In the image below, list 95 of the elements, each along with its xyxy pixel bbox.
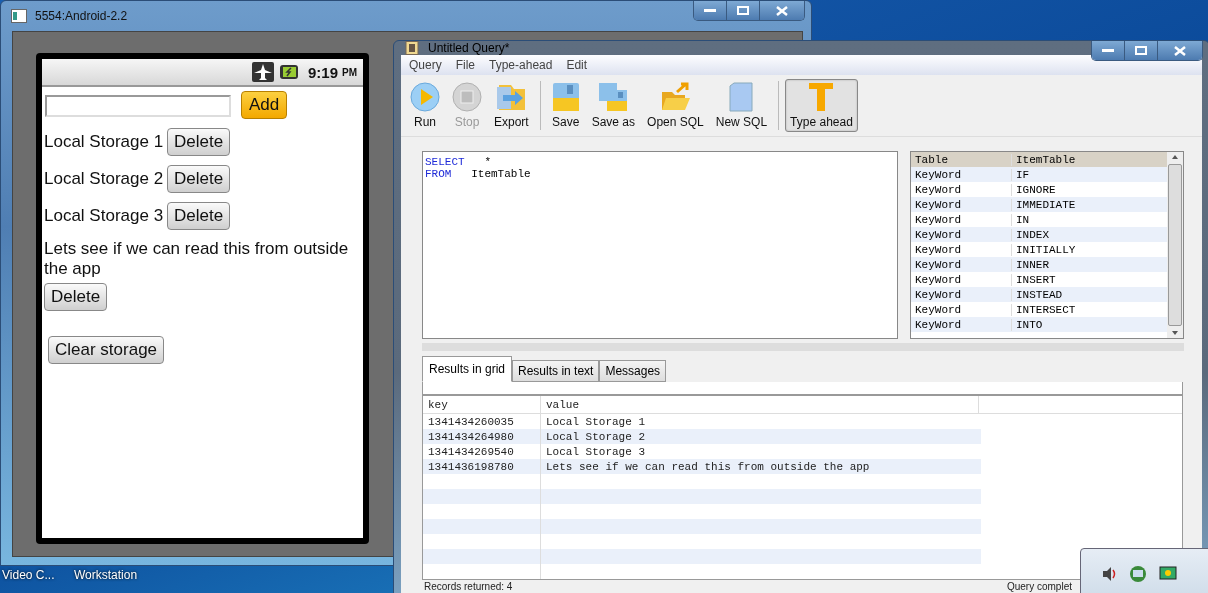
window-title: Untitled Query* — [428, 41, 510, 55]
status-text: Records returned: 4 — [424, 580, 513, 593]
list-cell: KeyWord — [911, 168, 1012, 181]
close-icon — [776, 5, 788, 16]
list-cell-text: IF — [1015, 168, 1030, 181]
monitor-icon[interactable] — [1159, 566, 1177, 582]
list-cell-text: INNER — [1015, 258, 1049, 271]
result-tab[interactable]: Results in text — [512, 360, 600, 382]
add-button[interactable]: Add — [241, 91, 288, 119]
table-cell: 1341434264980 — [423, 429, 541, 444]
column-header: key — [423, 396, 541, 413]
table-cell-text: Lets see if we can read this from outside the app — [545, 460, 870, 473]
airplane-icon — [251, 62, 274, 82]
storage-item-text: Lets see if we can read this from outside the app — [44, 239, 350, 279]
open-folder-icon — [659, 82, 692, 112]
menu-item[interactable]: Type-ahead — [489, 58, 553, 72]
letter-t-icon — [808, 82, 835, 112]
result-tab[interactable]: Messages — [599, 360, 667, 382]
list-cell: KeyWord — [911, 198, 1012, 211]
list-cell: KeyWord — [911, 288, 1012, 301]
close-button[interactable] — [1158, 41, 1202, 60]
delete-button[interactable]: Delete — [44, 283, 108, 311]
desktop-icon-label[interactable]: Workstation — [74, 568, 138, 582]
list-cell-text: INSERT — [1015, 273, 1056, 286]
list-cell: KeyWord — [911, 213, 1012, 226]
list-cell-text: INTO — [1015, 318, 1043, 331]
result-tab[interactable]: Results in grid — [422, 356, 513, 382]
minimize-button[interactable] — [694, 1, 727, 20]
sql-line: SELECT * — [425, 156, 493, 168]
floppy-disks-icon — [598, 82, 629, 112]
toolbar-button[interactable]: Run — [405, 79, 445, 132]
menu-item[interactable]: File — [455, 58, 476, 72]
toolbar-button[interactable]: New SQL — [710, 79, 773, 132]
list-cell-text: INITIALLY — [1015, 243, 1076, 256]
maximize-icon — [1135, 46, 1147, 55]
delete-button[interactable]: Delete — [167, 165, 231, 193]
list-cell: KeyWord — [911, 183, 1012, 196]
maximize-button[interactable] — [727, 1, 760, 20]
storage-item-text: Local Storage 1 — [44, 132, 164, 152]
table-cell: 1341436198780 — [423, 459, 541, 474]
list-cell: KeyWord — [911, 318, 1012, 331]
play-icon — [410, 82, 440, 112]
minimize-button[interactable] — [1092, 41, 1125, 60]
storage-item-text: Local Storage 2 — [44, 169, 164, 189]
battery-icon — [277, 64, 298, 80]
desktop-icon-label[interactable]: Video C... — [2, 568, 55, 582]
clear-storage-button[interactable]: Clear storage — [48, 336, 165, 364]
table-cell-text: Local Storage 1 — [545, 415, 646, 428]
list-cell-text: INSTEAD — [1015, 288, 1063, 301]
table-cell-text: Local Storage 2 — [545, 430, 646, 443]
minimize-icon — [704, 8, 716, 13]
close-icon — [1174, 45, 1186, 56]
stop-icon — [452, 82, 482, 112]
speaker-icon[interactable] — [1101, 566, 1117, 582]
delete-button[interactable]: Delete — [167, 202, 231, 230]
list-cell: KeyWord — [911, 228, 1012, 241]
toolbar-button[interactable]: Export — [489, 79, 534, 132]
sql-line: FROM ItemTable — [425, 168, 532, 180]
clock-period: PM — [342, 66, 357, 78]
text-input-field[interactable] — [45, 95, 231, 117]
scrollbar[interactable] — [1167, 152, 1183, 338]
network-icon[interactable] — [1129, 565, 1147, 583]
list-cell-text: IGNORE — [1015, 183, 1056, 196]
table-cell-text: Local Storage 3 — [545, 445, 646, 458]
sql-editor[interactable]: SELECT * FROM ItemTable — [422, 151, 898, 339]
toolbar-button[interactable]: Type ahead — [785, 79, 858, 132]
list-cell-text: IMMEDIATE — [1015, 198, 1076, 211]
delete-button[interactable]: Delete — [167, 128, 231, 156]
column-header: ItemTable — [1015, 153, 1076, 166]
document-icon — [729, 82, 754, 112]
window-title: 5554:Android-2.2 — [35, 9, 128, 23]
storage-item-text: Local Storage 3 — [44, 206, 164, 226]
toolbar-button[interactable]: Open SQL — [642, 79, 709, 132]
close-button[interactable] — [760, 1, 804, 20]
menu-item[interactable]: Edit — [566, 58, 588, 72]
list-cell: KeyWord — [911, 273, 1012, 286]
list-cell: KeyWord — [911, 243, 1012, 256]
list-cell: KeyWord — [911, 303, 1012, 316]
clock-time: 9:19 — [307, 63, 338, 81]
list-cell: KeyWord — [911, 258, 1012, 271]
minimize-icon — [1102, 48, 1114, 53]
column-header: Table — [911, 153, 1012, 166]
app-icon — [11, 9, 27, 23]
toolbar-button[interactable]: Save — [546, 79, 585, 132]
toolbar-button[interactable]: Save as — [586, 79, 641, 132]
menu-item[interactable]: Query — [409, 58, 442, 72]
list-cell-text: IN — [1015, 213, 1030, 226]
list-cell-text: INTERSECT — [1015, 303, 1076, 316]
maximize-button[interactable] — [1125, 41, 1158, 60]
maximize-icon — [737, 6, 749, 15]
status-text: Query complet — [1006, 580, 1072, 593]
column-header: value — [541, 396, 979, 413]
folder-arrow-icon — [495, 82, 528, 112]
app-icon — [404, 41, 420, 55]
list-cell-text: INDEX — [1015, 228, 1049, 241]
